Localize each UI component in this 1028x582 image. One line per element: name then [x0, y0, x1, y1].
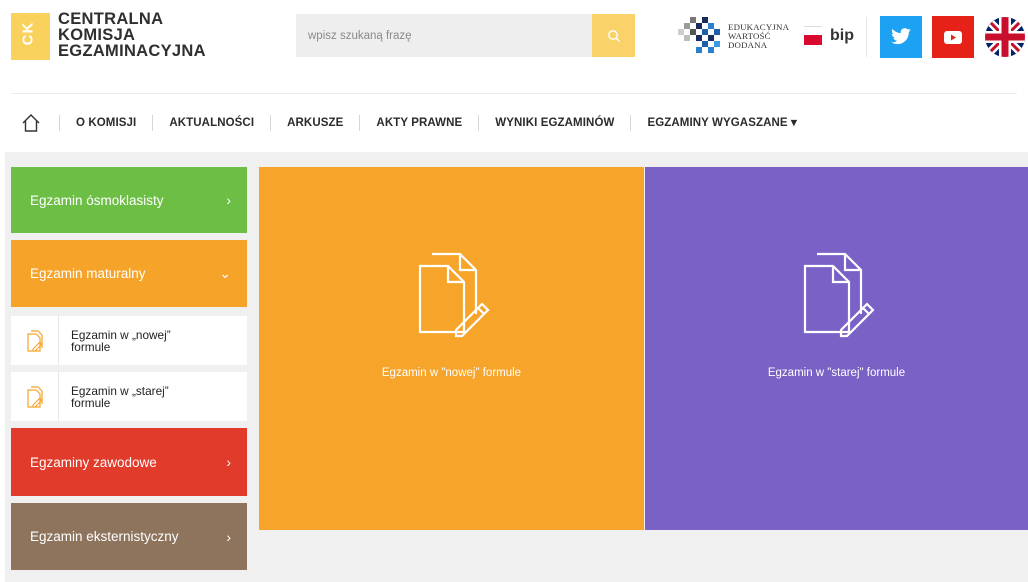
nav-arkusze[interactable]: ARKUSZE	[270, 115, 359, 131]
logo-line-3: EGZAMINACYJNA	[58, 42, 206, 60]
document-edit-icon	[11, 316, 59, 365]
uk-flag-icon	[985, 17, 1025, 57]
twitter-button[interactable]	[880, 16, 922, 58]
chevron-right-icon: ›	[226, 528, 231, 545]
poland-flag-icon	[804, 26, 822, 46]
search-input[interactable]	[296, 14, 592, 57]
cke-logo[interactable]: CK CENTRALNA KOMISJA EGZAMINACYJNA	[11, 10, 206, 60]
sidebar-subitem-stara-formula[interactable]: Egzamin w „starej” formule	[11, 372, 247, 421]
page: CK CENTRALNA KOMISJA EGZAMINACYJNA wpisz…	[0, 0, 1028, 582]
main-nav: O KOMISJI AKTUALNOŚCI ARKUSZE AKTY PRAWN…	[11, 110, 813, 136]
logo-line-1: CENTRALNA	[58, 10, 164, 28]
youtube-button[interactable]	[932, 16, 974, 58]
header-separator	[11, 93, 1017, 94]
chevron-right-icon: ›	[226, 192, 231, 208]
ewd-text: EDUKACYJNA WARTOŚĆ DODANA	[728, 21, 790, 50]
tile-stara-formula[interactable]: Egzamin w "starej" formule	[645, 167, 1028, 530]
english-language-button[interactable]	[985, 17, 1025, 57]
nav-wyniki-egzaminow[interactable]: WYNIKI EGZAMINÓW	[478, 115, 630, 131]
ewd-logo[interactable]: EDUKACYJNA WARTOŚĆ DODANA	[678, 17, 789, 55]
tile-nowa-formula[interactable]: Egzamin w "nowej" formule	[259, 167, 644, 530]
documents-edit-icon	[418, 252, 490, 338]
sidebar-subitem-nowa-formula[interactable]: Egzamin w „nowej” formule	[11, 316, 247, 365]
document-edit-icon	[11, 372, 59, 421]
nav-o-komisji[interactable]: O KOMISJI	[59, 115, 152, 131]
documents-edit-icon	[803, 252, 875, 338]
home-icon[interactable]	[21, 113, 41, 133]
bip-link[interactable]: bip	[830, 27, 854, 45]
logo-mark: CK	[11, 13, 50, 60]
search-button[interactable]	[592, 14, 635, 57]
chevron-right-icon: ›	[226, 454, 231, 470]
chevron-down-icon: ⌄	[219, 265, 231, 281]
nav-egzaminy-wygaszane[interactable]: EGZAMINY WYGASZANE ▾	[630, 115, 812, 131]
logo-text: CENTRALNA KOMISJA EGZAMINACYJNA	[58, 10, 206, 60]
sidebar-item-zawodowe[interactable]: Egzaminy zawodowe ›	[11, 428, 247, 496]
youtube-icon	[944, 30, 962, 44]
twitter-icon	[891, 28, 911, 45]
search-bar	[296, 14, 635, 57]
nav-akty-prawne[interactable]: AKTY PRAWNE	[359, 115, 478, 131]
search-icon	[607, 29, 620, 42]
nav-aktualnosci[interactable]: AKTUALNOŚCI	[152, 115, 270, 131]
ewd-pixel-icon	[678, 17, 720, 53]
header-divider	[866, 17, 867, 57]
logo-line-2: KOMISJA	[58, 26, 136, 44]
header: CK CENTRALNA KOMISJA EGZAMINACYJNA wpisz…	[0, 0, 1028, 86]
sidebar-item-maturalny[interactable]: Egzamin maturalny ⌄	[11, 240, 247, 307]
dropdown-caret-icon: ▾	[790, 117, 797, 129]
sidebar-item-osmoklasisty[interactable]: Egzamin ósmoklasisty ›	[11, 167, 247, 233]
sidebar-item-eksternistyczny[interactable]: Egzamin eksternistyczny ›	[11, 503, 247, 570]
